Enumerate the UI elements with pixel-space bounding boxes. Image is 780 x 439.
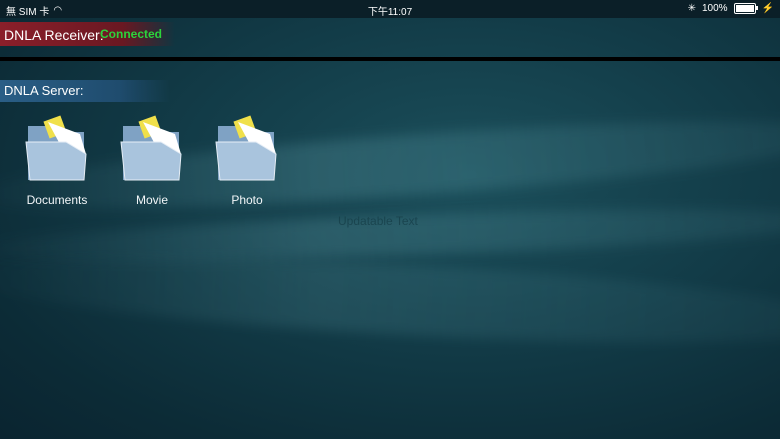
folder-label: Photo: [231, 193, 263, 207]
folder-label: Movie: [135, 193, 168, 207]
folder-movie[interactable]: Movie: [107, 112, 197, 212]
receiver-status: Connected: [100, 27, 163, 41]
server-label: DNLA Server:: [4, 83, 84, 98]
folder-icon: [25, 115, 87, 181]
faint-label: Updatable Text: [338, 214, 418, 228]
folder-documents[interactable]: Documents: [12, 112, 102, 212]
battery-fill: [735, 5, 754, 12]
receiver-label: DNLA Receiver:: [4, 27, 104, 43]
receiver-bar: DNLA Receiver: Connected: [0, 22, 175, 46]
folder-photo[interactable]: Photo: [202, 112, 292, 212]
bluetooth-icon: ✳: [687, 3, 696, 14]
folder-icon: [120, 115, 182, 181]
folder-icon: [215, 115, 277, 181]
server-bar: DNLA Server:: [0, 80, 170, 102]
folder-label: Documents: [26, 193, 88, 207]
clock: 下午11:07: [367, 7, 413, 18]
charging-icon: ⚡: [761, 3, 774, 14]
battery-icon: [733, 3, 758, 14]
divider: [0, 57, 780, 61]
battery-percent: 100%: [701, 3, 728, 14]
status-bar: 無 SIM 卡 ◠ 下午11:07 ✳ 100% ⚡: [0, 0, 780, 18]
background-streak: [0, 241, 780, 359]
